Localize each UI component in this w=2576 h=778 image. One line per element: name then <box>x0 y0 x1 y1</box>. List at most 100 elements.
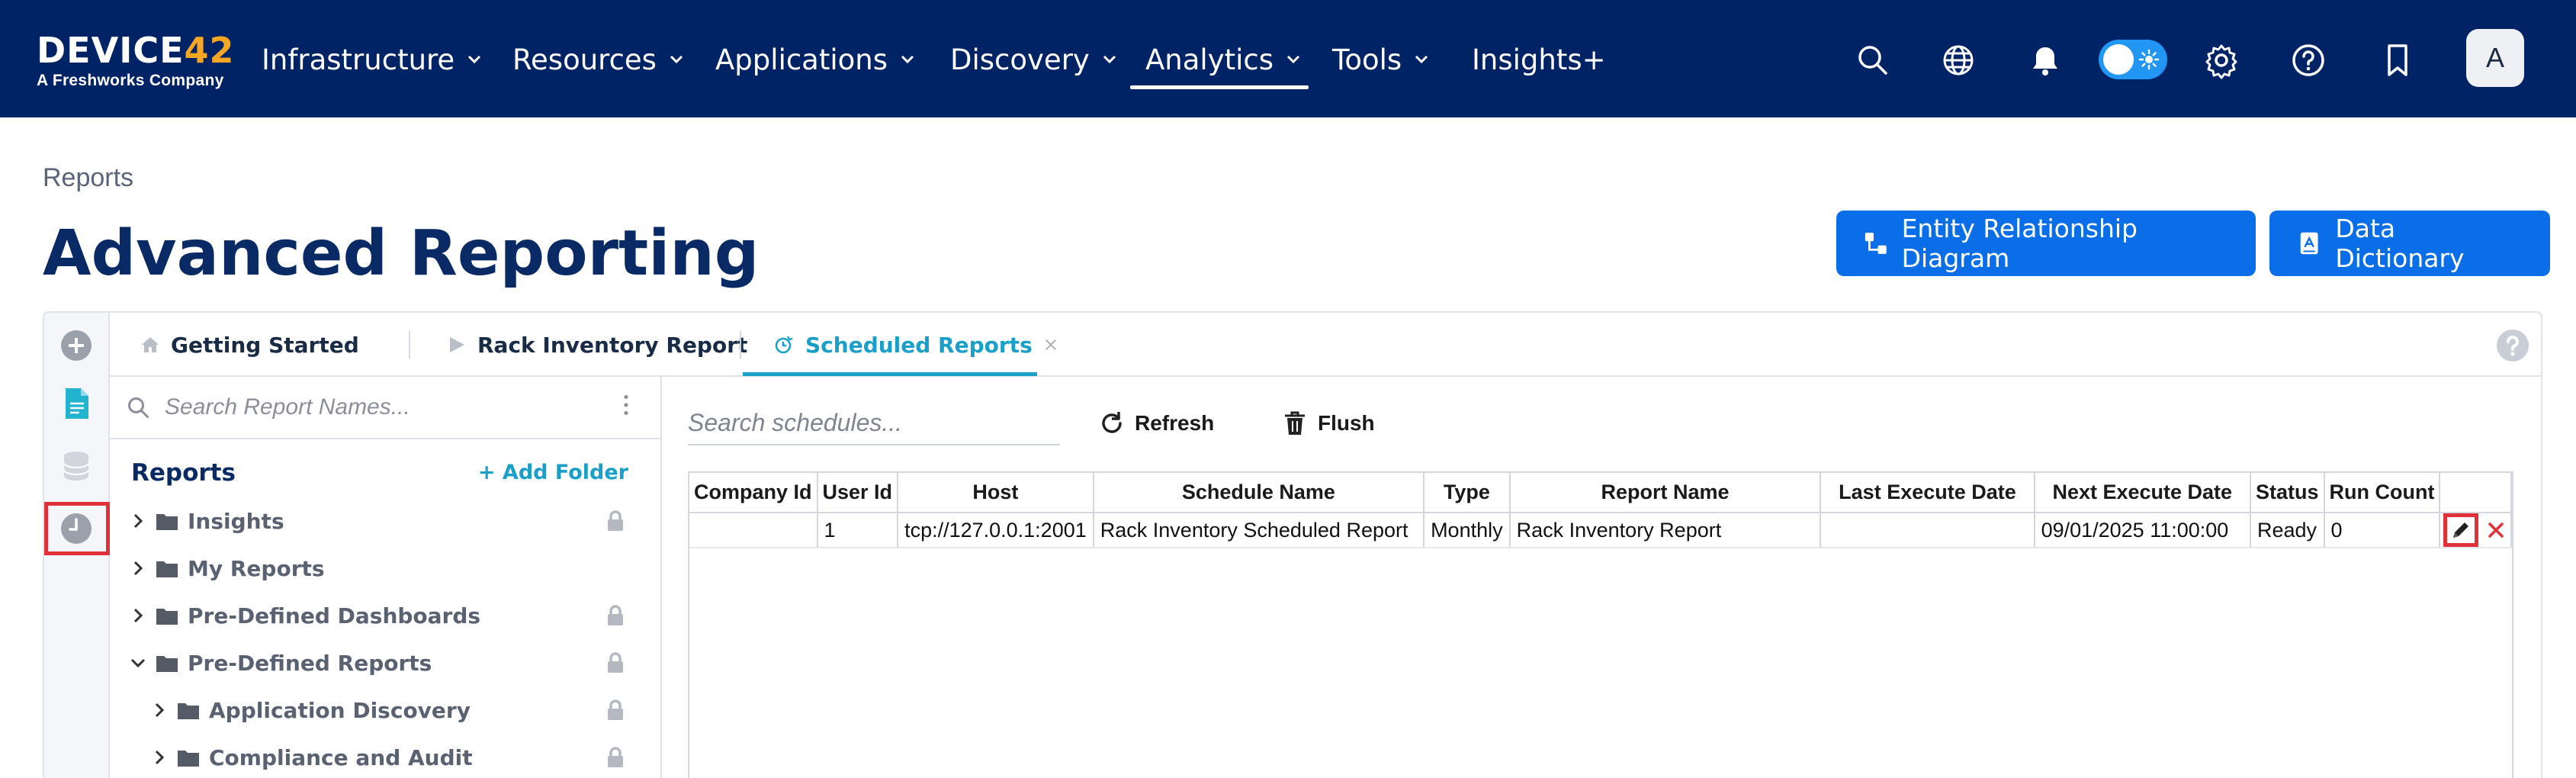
table-header-row: Company Id User Id Host Schedule Name Ty… <box>689 473 2512 513</box>
refresh-button[interactable]: Refresh <box>1098 406 1214 441</box>
search-icon[interactable] <box>1854 41 1892 79</box>
report-tabs: Getting Started Rack Inventory Report Sc… <box>110 313 2541 377</box>
tree-item-label: Insights <box>188 508 284 534</box>
database-icon[interactable] <box>59 448 94 484</box>
lock-icon <box>608 652 623 673</box>
chevron-right-icon <box>155 702 165 718</box>
column-header[interactable]: User Id <box>817 473 899 513</box>
nav-analytics[interactable]: Analytics <box>1145 38 1302 81</box>
edit-schedule-button[interactable] <box>2443 513 2479 547</box>
nav-discovery[interactable]: Discovery <box>950 38 1119 81</box>
column-header[interactable]: Host <box>898 473 1094 513</box>
column-header[interactable]: Schedule Name <box>1093 473 1425 513</box>
help-circle-icon[interactable] <box>2289 41 2327 79</box>
lock-icon <box>608 747 623 767</box>
chevron-down-icon <box>130 658 146 668</box>
nav-insights-plus[interactable]: Insights+ <box>1472 38 1606 81</box>
report-file-icon[interactable] <box>59 386 94 421</box>
tree-item-label: Pre-Defined Dashboards <box>188 603 481 629</box>
column-header[interactable]: Type <box>1424 473 1511 513</box>
delete-x-icon[interactable] <box>2484 519 2507 542</box>
chevron-right-icon <box>133 608 143 623</box>
table-row[interactable]: 1 tcp://127.0.0.1:2001 Rack Inventory Sc… <box>689 513 2512 548</box>
add-icon[interactable] <box>59 328 94 363</box>
add-folder-link[interactable]: + Add Folder <box>478 461 628 484</box>
nav-label: Applications <box>715 43 888 76</box>
device42-logo[interactable]: DEVICE42 A Freshworks Company <box>37 31 235 90</box>
bell-icon[interactable] <box>2026 41 2064 79</box>
search-icon <box>128 397 149 418</box>
column-header[interactable]: Company Id <box>689 473 818 513</box>
tree-item-label: Compliance and Audit <box>209 744 473 770</box>
tree-item-application-discovery[interactable]: Application Discovery <box>151 693 471 728</box>
folder-icon <box>156 514 178 530</box>
tree-item-my-reports[interactable]: My Reports <box>130 551 325 586</box>
tree-item-label: Pre-Defined Reports <box>188 650 432 676</box>
gear-icon[interactable] <box>2202 41 2240 79</box>
cell-report-name: Rack Inventory Report <box>1509 513 1822 548</box>
home-icon <box>142 337 159 352</box>
schedules-table: Company Id User Id Host Schedule Name Ty… <box>689 473 2512 548</box>
chevron-down-icon <box>670 55 683 64</box>
column-header[interactable]: Last Execute Date <box>1820 473 2035 513</box>
avatar[interactable]: A <box>2466 29 2524 87</box>
folder-icon <box>178 751 199 767</box>
tree-item-label: Application Discovery <box>209 697 471 723</box>
theme-toggle[interactable] <box>2099 40 2167 79</box>
logo-tagline: A Freshworks Company <box>37 72 224 89</box>
tab-scheduled-reports[interactable]: Scheduled Reports <box>775 313 1058 377</box>
nav-label: Tools <box>1332 43 1402 76</box>
column-header[interactable]: Status <box>2250 473 2325 513</box>
schedule-icon <box>775 336 793 354</box>
nav-label: Discovery <box>950 43 1090 76</box>
tab-label: Getting Started <box>171 332 359 358</box>
logo-text: DEVICE <box>37 30 185 71</box>
data-dictionary-button[interactable]: Data Dictionary <box>2269 211 2550 276</box>
column-header[interactable]: Next Execute Date <box>2034 473 2251 513</box>
flush-button[interactable]: Flush <box>1281 406 1375 441</box>
breadcrumb[interactable]: Reports <box>43 163 133 193</box>
tree-item-pre-defined-dashboards[interactable]: Pre-Defined Dashboards <box>130 598 480 633</box>
kebab-menu-icon[interactable] <box>615 394 638 416</box>
page-title: Advanced Reporting <box>43 217 760 290</box>
schedule-search-input[interactable] <box>688 408 1054 437</box>
play-icon <box>450 337 464 352</box>
chevron-down-icon <box>1415 55 1428 64</box>
nav-tools[interactable]: Tools <box>1332 38 1431 81</box>
flush-label: Flush <box>1318 411 1375 435</box>
report-search-bar <box>110 377 660 439</box>
nav-resources[interactable]: Resources <box>512 38 686 81</box>
chevron-down-icon <box>901 55 914 64</box>
cell-next-execute-date: 09/01/2025 11:00:00 <box>2034 513 2251 548</box>
tree-item-insights[interactable]: Insights <box>130 503 284 538</box>
chevron-right-icon <box>133 561 143 576</box>
help-icon[interactable] <box>2495 328 2530 363</box>
report-search-input[interactable] <box>165 394 592 420</box>
tab-divider <box>740 331 741 358</box>
tree-item-pre-defined-reports[interactable]: Pre-Defined Reports <box>130 645 432 680</box>
clock-icon[interactable] <box>59 511 94 546</box>
logo-number: 42 <box>184 30 235 71</box>
tab-getting-started[interactable]: Getting Started <box>140 313 359 377</box>
lock-icon <box>608 605 623 625</box>
chevron-down-icon <box>1103 55 1116 64</box>
folder-icon <box>178 703 199 719</box>
tab-divider <box>409 331 410 358</box>
tab-label: Rack Inventory Report <box>477 332 748 358</box>
column-header[interactable]: Report Name <box>1509 473 1822 513</box>
nav-infrastructure[interactable]: Infrastructure <box>262 38 483 81</box>
tab-label: Scheduled Reports <box>805 332 1033 358</box>
nav-applications[interactable]: Applications <box>715 38 917 81</box>
tree-item-compliance-and-audit[interactable]: Compliance and Audit <box>151 740 473 775</box>
entity-relationship-diagram-button[interactable]: Entity Relationship Diagram <box>1836 211 2256 276</box>
globe-icon[interactable] <box>1939 41 1977 79</box>
cell-run-count: 0 <box>2324 513 2441 548</box>
close-icon[interactable] <box>1043 337 1058 352</box>
folder-icon <box>156 609 178 625</box>
bookmark-icon[interactable] <box>2378 41 2417 79</box>
toggle-knob <box>2103 44 2134 75</box>
column-header[interactable]: Run Count <box>2324 473 2441 513</box>
cell-actions <box>2439 513 2512 548</box>
tab-rack-inventory-report[interactable]: Rack Inventory Report <box>447 313 747 377</box>
cell-last-execute-date <box>1820 513 2035 548</box>
